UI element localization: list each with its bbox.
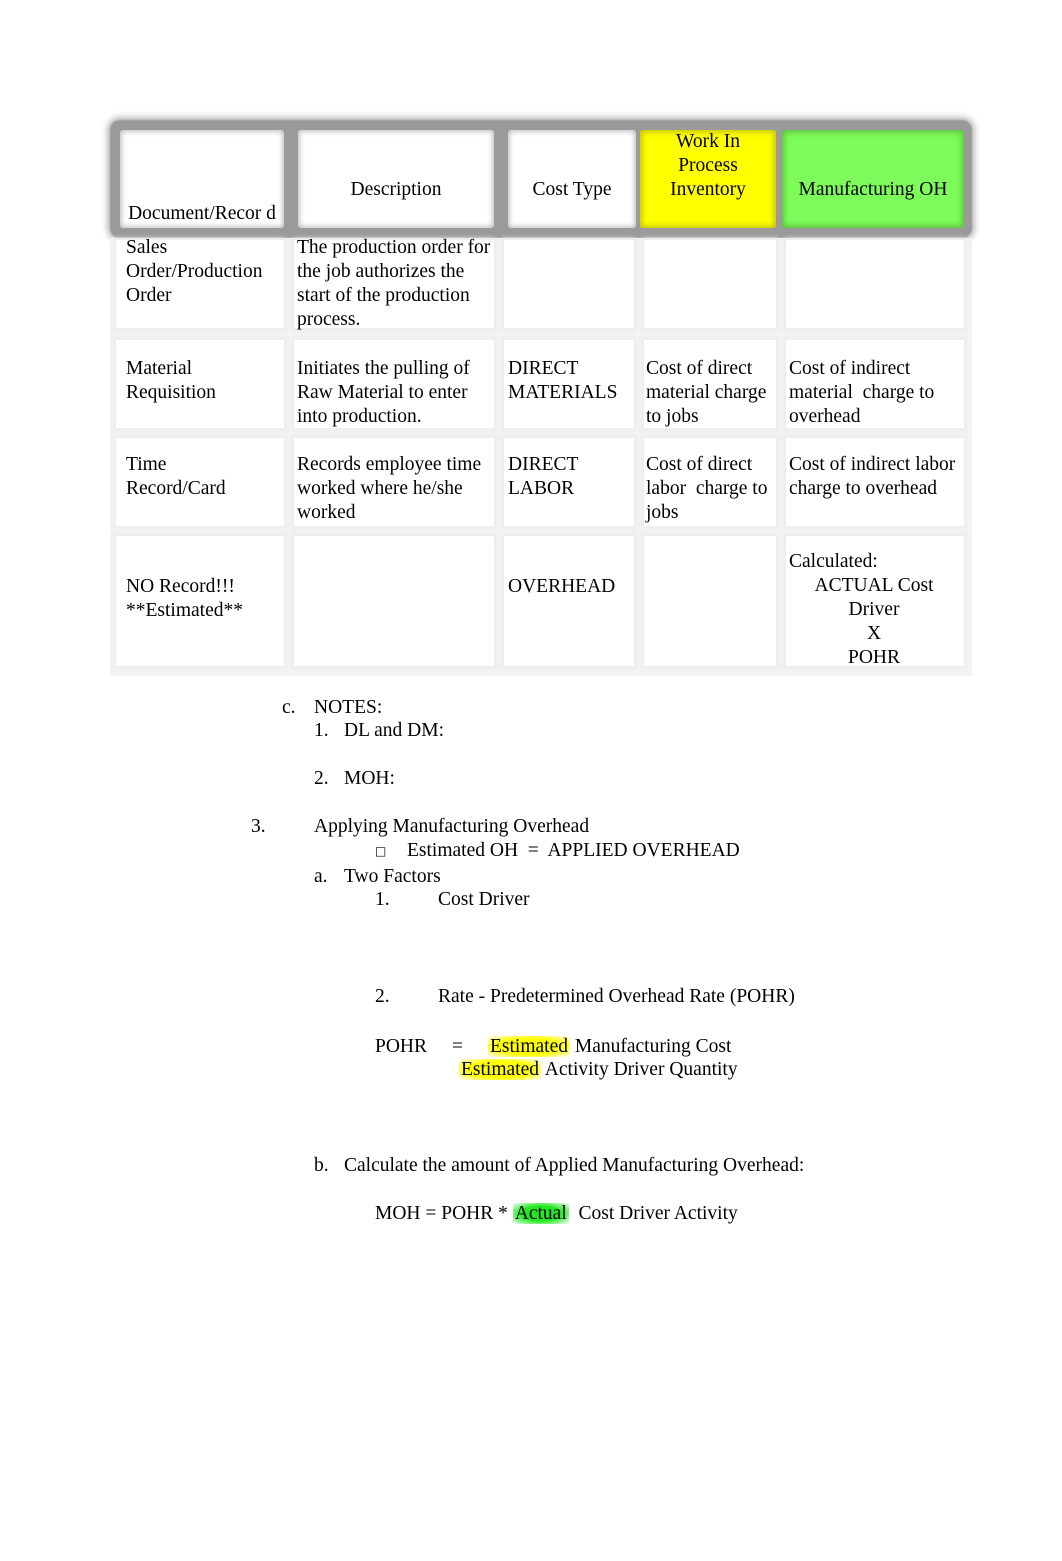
row2-moh: Cost of indirect material charge to over…	[789, 358, 940, 427]
row1-document: Sales Order/Production Order	[126, 237, 263, 306]
numerator-rest: Manufacturing Cost	[569, 1036, 732, 1057]
factor-marker: 2.	[375, 986, 390, 1007]
row3-description: Records employee time worked where he/sh…	[297, 454, 482, 523]
actual-highlight: Actual	[512, 1203, 569, 1224]
bullet-icon: □	[375, 844, 387, 858]
subsection-a-title: Two Factors	[344, 866, 441, 887]
row3-wip: Cost of direct labor charge to jobs	[646, 454, 773, 523]
header-cell-document: Document/Recor d	[120, 130, 284, 228]
row4-moh-line: Driver	[848, 599, 900, 620]
estimated-highlight: Estimated	[488, 1036, 570, 1057]
row4-moh: Calculated: ACTUAL Cost Driver X POHR	[789, 550, 959, 670]
header-moh-label: Manufacturing OH	[798, 179, 948, 200]
factor-marker: 1.	[375, 889, 390, 910]
denominator-rest: Activity Driver Quantity	[540, 1059, 738, 1080]
header-cell-description: Description	[298, 130, 494, 228]
row4-moh-line: ACTUAL Cost	[814, 575, 934, 596]
subsection-b-marker: b.	[314, 1155, 329, 1176]
header-cell-wip: Work In Process Inventory	[640, 130, 776, 228]
row4-cost-type: OVERHEAD	[508, 576, 616, 597]
header-cell-cost-type: Cost Type	[508, 130, 636, 228]
estimated-highlight: Estimated	[459, 1059, 541, 1080]
subsection-b-title: Calculate the amount of Applied Manufact…	[344, 1155, 805, 1176]
notes-title: NOTES:	[314, 697, 383, 718]
notes-item-moh: MOH:	[344, 768, 395, 789]
pohr-formula-numerator: Estimated Manufacturing Cost	[488, 1035, 731, 1059]
header-document-label: Document/Recor d	[128, 203, 276, 224]
section3-title: Applying Manufacturing Overhead	[314, 816, 590, 837]
notes-item-marker: 1.	[314, 720, 329, 741]
row2-wip: Cost of direct material charge to jobs	[646, 358, 767, 427]
applied-overhead-bullet: Estimated OH = APPLIED OVERHEAD	[407, 840, 740, 861]
moh-formula: MOH = POHR * Actual Cost Driver Activity	[375, 1202, 738, 1226]
notes-item-dl-dm: DL and DM:	[344, 720, 445, 741]
notes-marker: c.	[282, 697, 296, 718]
notes-item-marker: 2.	[314, 768, 329, 789]
row2-cost-type: DIRECT MATERIALS	[508, 358, 618, 403]
moh-formula-suffix: Cost Driver Activity	[568, 1203, 738, 1224]
section3-marker: 3.	[251, 816, 266, 837]
row3-document: Time Record/Card	[126, 454, 226, 499]
row4-document-line: NO Record!!!	[126, 576, 235, 597]
pohr-formula-lhs: POHR	[375, 1036, 428, 1057]
row3-moh: Cost of indirect labor charge to overhea…	[789, 454, 956, 499]
row4-document-line: **Estimated**	[126, 600, 243, 621]
pohr-formula-denominator: Estimated Activity Driver Quantity	[459, 1058, 738, 1082]
header-cost-type-label: Cost Type	[532, 179, 612, 200]
row4-moh-line: X	[866, 623, 882, 644]
header-wip-label: Work In Process Inventory	[670, 131, 746, 200]
factor-pohr: Rate - Predetermined Overhead Rate (POHR…	[438, 986, 795, 1007]
factor-cost-driver: Cost Driver	[438, 889, 530, 910]
row4-moh-line: POHR	[847, 647, 901, 668]
row1-description: The production order for the job authori…	[297, 237, 491, 330]
row3-cost-type: DIRECT LABOR	[508, 454, 579, 499]
row2-document: Material Requisition	[126, 358, 216, 403]
header-cell-moh: Manufacturing OH	[782, 130, 964, 228]
pohr-formula-equals: =	[452, 1036, 463, 1057]
row2-description: Initiates the pulling of Raw Material to…	[297, 358, 470, 427]
subsection-a-marker: a.	[314, 866, 328, 887]
moh-formula-prefix: MOH = POHR *	[375, 1203, 513, 1224]
row4-moh-line: Calculated:	[789, 551, 878, 572]
header-description-label: Description	[350, 179, 442, 200]
row4-document: NO Record!!! **Estimated**	[126, 575, 286, 623]
